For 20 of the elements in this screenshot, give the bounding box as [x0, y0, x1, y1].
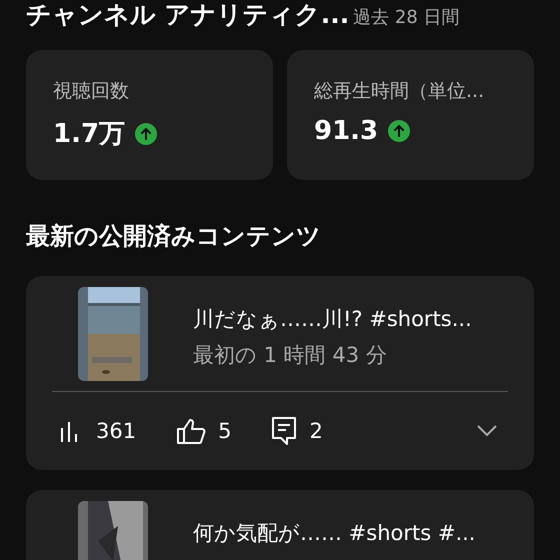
expand-icon[interactable]	[476, 424, 498, 438]
video-subtitle: 最初の 1 時間 43 分	[193, 342, 388, 369]
metric-value: 1.7万	[53, 118, 126, 151]
period-label: 過去 28 日間	[353, 6, 460, 29]
video-title: 何か気配が…… #shorts #...	[193, 520, 476, 547]
comment-count: 2	[309, 419, 323, 443]
video-card[interactable]: 川だなぁ……川!? #shorts... 最初の 1 時間 43 分 361 5 2	[26, 276, 534, 470]
thumbs-up-icon	[176, 417, 206, 445]
comment-icon	[271, 416, 298, 446]
metric-card[interactable]: 総再生時間（単位... 91.3	[287, 50, 534, 180]
view-count: 361	[96, 419, 136, 443]
metric-label: 総再生時間（単位...	[314, 79, 486, 104]
like-count: 5	[218, 419, 232, 443]
metric-value: 91.3	[314, 116, 378, 146]
section-title: 最新の公開済みコンテンツ	[26, 221, 322, 252]
page-title: チャンネル アナリティク...	[26, 0, 350, 31]
video-card[interactable]: 何か気配が…… #shorts #...	[26, 490, 534, 560]
video-title: 川だなぁ……川!? #shorts...	[193, 306, 472, 333]
metric-label: 視聴回数	[53, 79, 130, 104]
metric-card[interactable]: 視聴回数 1.7万	[26, 50, 273, 180]
